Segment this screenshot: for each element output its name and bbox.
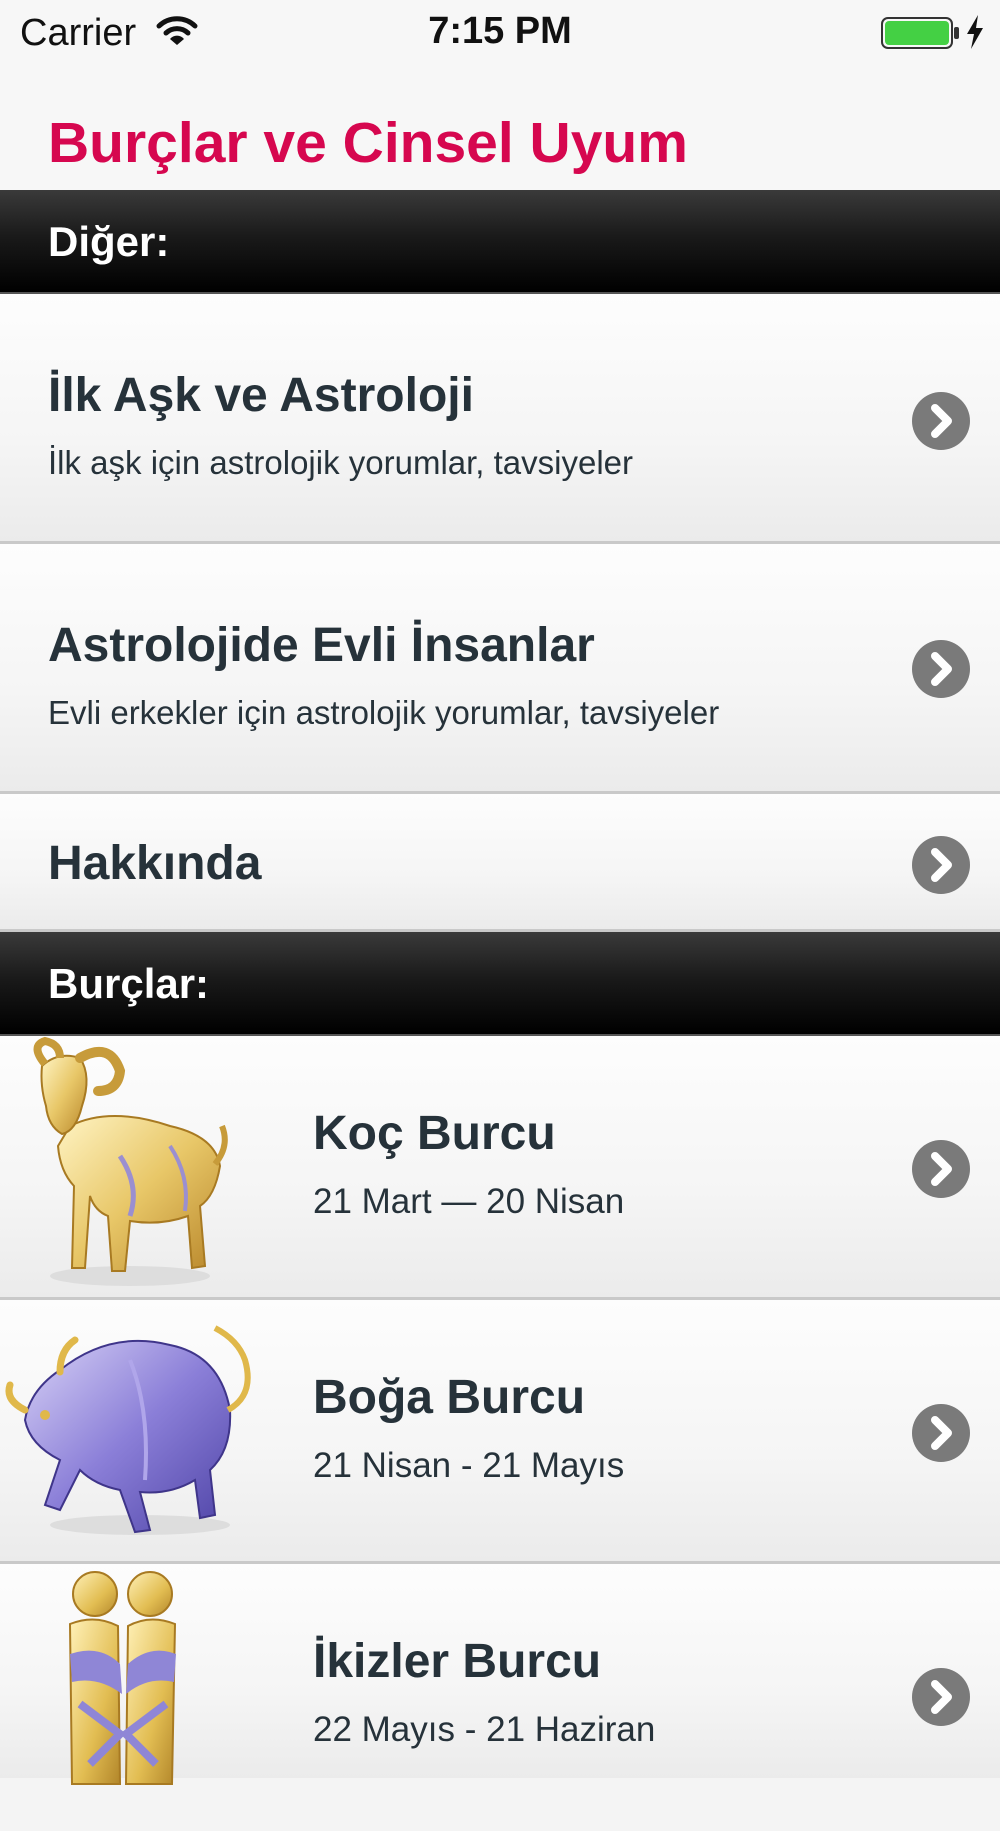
disclosure-chevron-icon bbox=[912, 640, 970, 698]
list-item-subtitle: Evli erkekler için astrolojik yorumlar, … bbox=[48, 694, 720, 731]
section-label-signs: Burçlar: bbox=[48, 960, 210, 1007]
sign-dates: 22 Mayıs - 21 Haziran bbox=[313, 1710, 656, 1749]
battery-icon bbox=[880, 16, 960, 50]
sign-dates: 21 Nisan - 21 Mayıs bbox=[313, 1446, 625, 1485]
sign-title: Koç Burcu bbox=[313, 1107, 556, 1160]
section-header-other: Diğer: bbox=[0, 190, 1000, 294]
navigation-bar: Burçlar ve Cinsel Uyum bbox=[0, 70, 1000, 190]
page-title: Burçlar ve Cinsel Uyum bbox=[48, 111, 688, 175]
status-time: 7:15 PM bbox=[428, 10, 572, 52]
list-item-title: İlk Aşk ve Astroloji bbox=[48, 369, 474, 422]
list-item-title: Astrolojide Evli İnsanlar bbox=[48, 619, 595, 672]
section-label-other: Diğer: bbox=[48, 218, 170, 265]
aries-ram-icon bbox=[0, 1036, 260, 1298]
list-item-title: Hakkında bbox=[48, 837, 262, 890]
status-bar: Carrier 7:15 PM bbox=[0, 0, 1000, 70]
sign-dates: 21 Mart — 20 Nisan bbox=[313, 1182, 625, 1221]
list-item-married-people[interactable]: Astrolojide Evli İnsanlar Evli erkekler … bbox=[0, 544, 1000, 794]
disclosure-chevron-icon bbox=[912, 1404, 970, 1462]
list-item-first-love[interactable]: İlk Aşk ve Astroloji İlk aşk için astrol… bbox=[0, 294, 1000, 544]
list-item-sign-aries[interactable]: Koç Burcu 21 Mart — 20 Nisan bbox=[0, 1036, 1000, 1300]
list-item-sign-gemini[interactable]: İkizler Burcu 22 Mayıs - 21 Haziran bbox=[0, 1564, 1000, 1785]
disclosure-chevron-icon bbox=[912, 1140, 970, 1198]
section-header-signs: Burçlar: bbox=[0, 932, 1000, 1036]
disclosure-chevron-icon bbox=[912, 836, 970, 894]
disclosure-chevron-icon bbox=[912, 1668, 970, 1726]
sign-title: Boğa Burcu bbox=[313, 1371, 586, 1424]
charging-bolt-icon bbox=[964, 14, 986, 50]
list-item-subtitle: İlk aşk için astrolojik yorumlar, tavsiy… bbox=[48, 444, 634, 481]
sign-title: İkizler Burcu bbox=[313, 1635, 602, 1688]
disclosure-chevron-icon bbox=[912, 392, 970, 450]
taurus-bull-icon bbox=[0, 1300, 260, 1562]
list-item-sign-taurus[interactable]: Boğa Burcu 21 Nisan - 21 Mayıs bbox=[0, 1300, 1000, 1564]
gemini-twins-icon bbox=[0, 1564, 260, 1826]
list-item-about[interactable]: Hakkında bbox=[0, 794, 1000, 932]
